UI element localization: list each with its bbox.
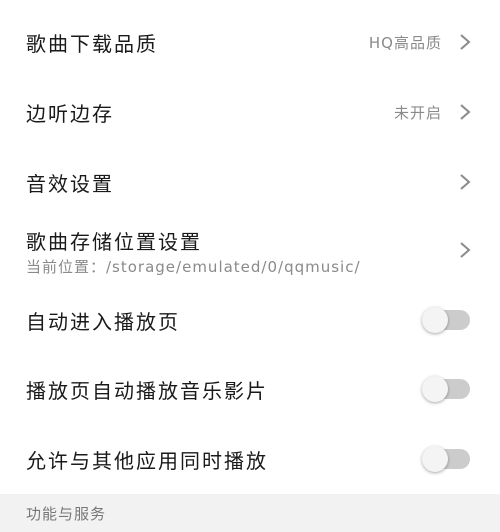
- storage-location-path: 当前位置：/storage/emulated/0/qqmusic/: [26, 258, 361, 276]
- toggle-knob: [422, 307, 448, 333]
- chevron-right-icon: [458, 172, 472, 192]
- setting-listen-and-save[interactable]: 边听边存 未开启: [0, 92, 500, 132]
- setting-auto-play-mv: 播放页自动播放音乐影片: [0, 371, 500, 407]
- listen-and-save-label: 边听边存: [26, 101, 114, 126]
- auto-player-page-label: 自动进入播放页: [26, 309, 180, 334]
- chevron-right-icon: [458, 102, 472, 122]
- chevron-right-icon: [458, 32, 472, 52]
- allow-simultaneous-toggle[interactable]: [422, 446, 472, 472]
- auto-play-mv-label: 播放页自动播放音乐影片: [26, 378, 268, 403]
- storage-location-label: 歌曲存储位置设置: [26, 230, 202, 254]
- download-quality-label: 歌曲下载品质: [26, 31, 158, 56]
- sound-effects-label: 音效设置: [26, 171, 114, 196]
- setting-allow-simultaneous: 允许与其他应用同时播放: [0, 441, 500, 477]
- auto-play-mv-toggle[interactable]: [422, 376, 472, 402]
- section-header: 功能与服务: [0, 494, 500, 532]
- allow-simultaneous-label: 允许与其他应用同时播放: [26, 448, 268, 473]
- chevron-right-icon: [458, 240, 472, 260]
- toggle-knob: [422, 376, 448, 402]
- toggle-knob: [422, 446, 448, 472]
- section-title: 功能与服务: [26, 504, 107, 523]
- auto-player-page-toggle[interactable]: [422, 307, 472, 333]
- download-quality-value: HQ高品质: [368, 33, 442, 52]
- setting-sound-effects[interactable]: 音效设置: [0, 162, 500, 202]
- setting-auto-player-page: 自动进入播放页: [0, 302, 500, 338]
- listen-and-save-value: 未开启: [393, 103, 442, 122]
- setting-download-quality[interactable]: 歌曲下载品质 HQ高品质: [0, 22, 500, 62]
